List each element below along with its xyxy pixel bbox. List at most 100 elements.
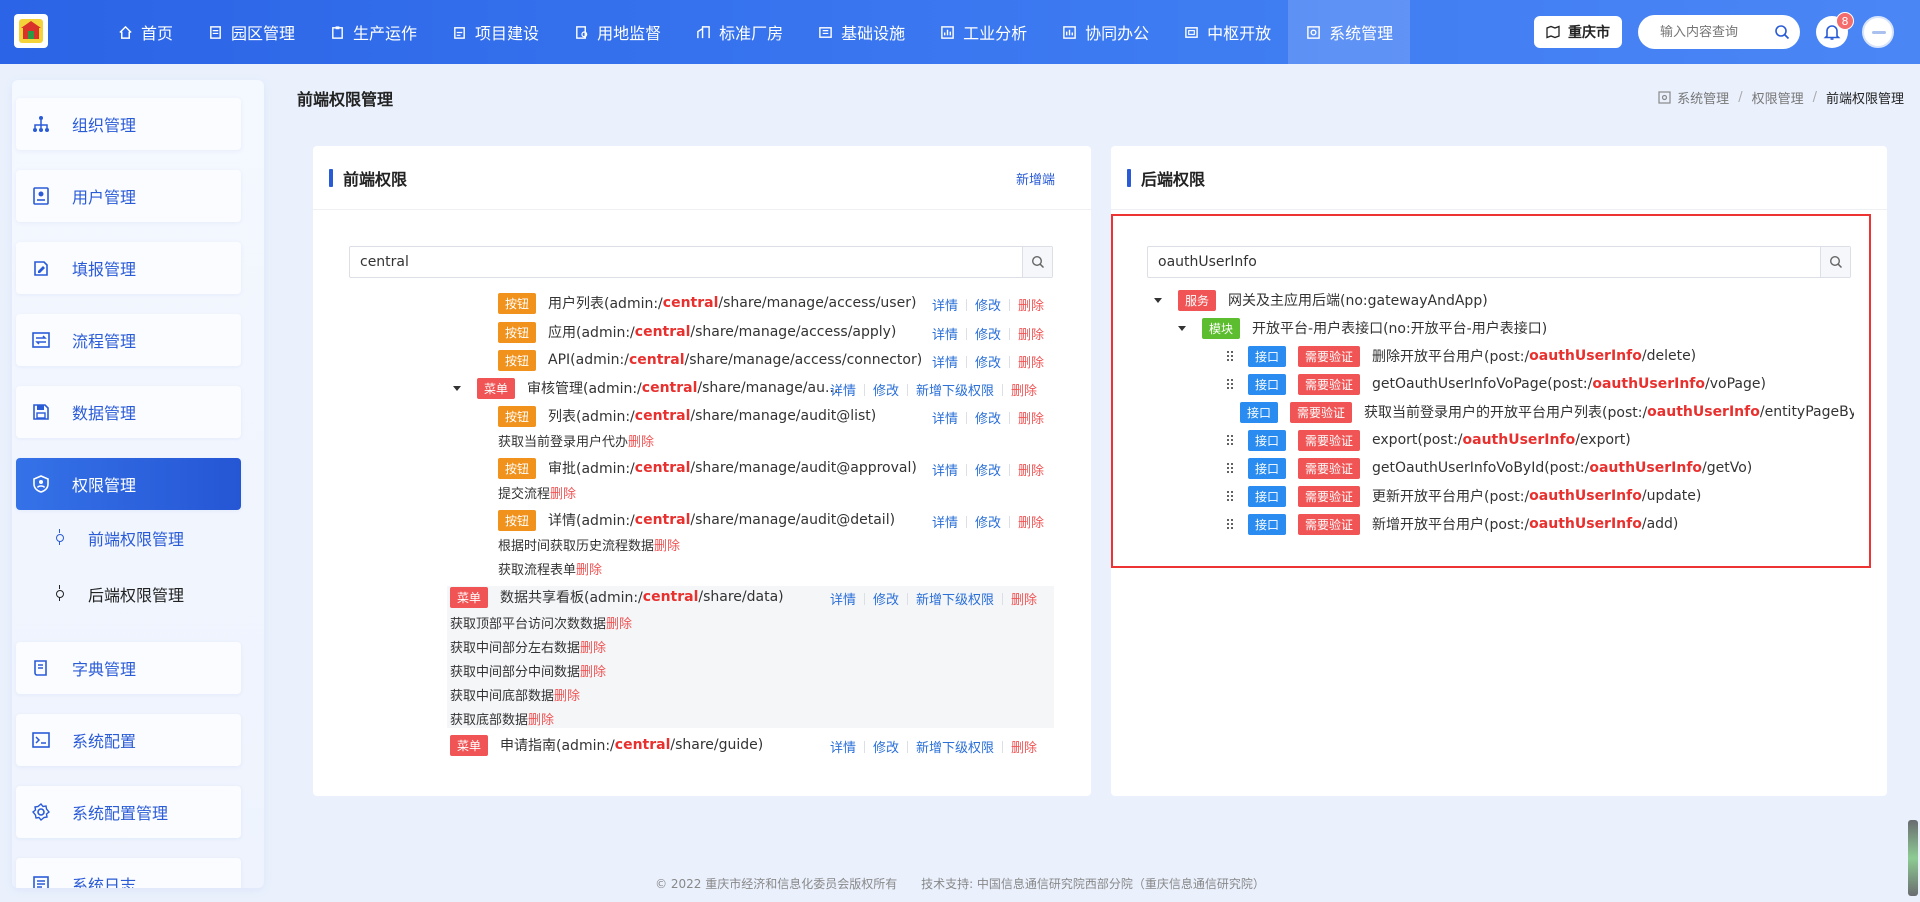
detail-link[interactable]: 详情: [830, 737, 856, 756]
detail-link[interactable]: 详情: [932, 295, 958, 314]
detail-link[interactable]: 详情: [932, 460, 958, 479]
sidebar-label: 用户管理: [72, 188, 137, 207]
delete-link[interactable]: 删除: [1018, 512, 1044, 531]
delete-link[interactable]: 删除: [628, 435, 654, 450]
search-icon[interactable]: [1774, 24, 1790, 40]
sidebar-item-report[interactable]: 填报管理: [16, 242, 241, 294]
nav-office[interactable]: 协同办公: [1044, 0, 1166, 64]
add-child-link[interactable]: 新增下级权限: [916, 380, 994, 399]
delete-link[interactable]: 删除: [1011, 380, 1037, 399]
add-endpoint-button[interactable]: 新增端: [1016, 169, 1055, 188]
detail-link[interactable]: 详情: [932, 512, 958, 531]
highlight-text: oauthUserInfo: [1647, 404, 1760, 420]
drag-handle-icon[interactable]: [1226, 462, 1234, 474]
app-logo[interactable]: [14, 14, 48, 48]
window-icon: [1183, 24, 1199, 40]
edit-link[interactable]: 修改: [975, 324, 1001, 343]
edit-link[interactable]: 修改: [873, 380, 899, 399]
drag-handle-icon[interactable]: [1226, 518, 1234, 530]
add-child-link[interactable]: 新增下级权限: [916, 589, 994, 608]
drag-handle-icon[interactable]: [1226, 434, 1234, 446]
delete-link[interactable]: 删除: [580, 641, 606, 656]
frontend-search-input[interactable]: [350, 247, 1022, 277]
sidebar-label: 填报管理: [72, 260, 137, 279]
global-search-input[interactable]: [1660, 24, 1770, 40]
sidebar-item-dict[interactable]: 字典管理: [16, 642, 241, 694]
nav-production[interactable]: 生产运作: [312, 0, 434, 64]
sidebar-item-org[interactable]: 组织管理: [16, 98, 241, 150]
delete-link[interactable]: 删除: [576, 563, 602, 578]
delete-link[interactable]: 删除: [1018, 324, 1044, 343]
add-child-link[interactable]: 新增下级权限: [916, 737, 994, 756]
delete-link[interactable]: 删除: [1018, 408, 1044, 427]
sidebar-item-user[interactable]: 用户管理: [16, 170, 241, 222]
delete-link[interactable]: 删除: [1018, 352, 1044, 371]
delete-link[interactable]: 删除: [550, 487, 576, 502]
delete-link[interactable]: 删除: [1011, 737, 1037, 756]
expand-caret-icon[interactable]: [1178, 325, 1186, 331]
button-tag: 按钮: [498, 457, 537, 479]
breadcrumb-item[interactable]: 系统管理: [1677, 88, 1729, 107]
delete-link[interactable]: 删除: [528, 713, 554, 728]
backend-search-input[interactable]: [1148, 247, 1820, 277]
nav-home[interactable]: 首页: [100, 0, 190, 64]
nav-infra[interactable]: 基础设施: [800, 0, 922, 64]
edit-link[interactable]: 修改: [975, 408, 1001, 427]
frontend-search-button[interactable]: [1022, 247, 1052, 277]
nav-hub[interactable]: 中枢开放: [1166, 0, 1288, 64]
breadcrumb-current: 前端权限管理: [1825, 92, 1904, 107]
delete-link[interactable]: 删除: [606, 617, 632, 632]
gear-box-icon: [1658, 91, 1671, 104]
nav-factory[interactable]: 标准厂房: [678, 0, 800, 64]
edit-link[interactable]: 修改: [975, 295, 1001, 314]
user-avatar[interactable]: [1862, 16, 1894, 48]
breadcrumb-item[interactable]: 权限管理: [1752, 88, 1804, 107]
delete-link[interactable]: 删除: [580, 665, 606, 680]
edit-link[interactable]: 修改: [975, 460, 1001, 479]
page-scrollbar[interactable]: [1908, 820, 1918, 896]
detail-link[interactable]: 详情: [932, 324, 958, 343]
node-dot-icon: [56, 529, 64, 545]
backend-search-button[interactable]: [1820, 247, 1850, 277]
sidebar-subitem-frontend-permission[interactable]: 前端权限管理: [16, 518, 241, 558]
delete-link[interactable]: 删除: [654, 539, 680, 554]
edit-link[interactable]: 修改: [975, 512, 1001, 531]
sidebar-item-flow[interactable]: 流程管理: [16, 314, 241, 366]
search-icon: [1031, 255, 1044, 269]
nav-label: 标准厂房: [719, 24, 784, 43]
nav-project[interactable]: 项目建设: [434, 0, 556, 64]
logo-icon: [19, 19, 43, 43]
nav-system[interactable]: 系统管理: [1288, 0, 1411, 64]
expand-caret-icon[interactable]: [1154, 297, 1162, 303]
nav-land[interactable]: 用地监督: [556, 0, 678, 64]
edit-link[interactable]: 修改: [873, 589, 899, 608]
sidebar-subitem-backend-permission[interactable]: 后端权限管理: [16, 574, 241, 614]
detail-link[interactable]: 详情: [830, 380, 856, 399]
delete-link[interactable]: 删除: [1018, 460, 1044, 479]
delete-link[interactable]: 删除: [554, 689, 580, 704]
row-text: /share/manage/au...: [697, 380, 839, 396]
drag-handle-icon[interactable]: [1226, 350, 1234, 362]
row-text: 审批(admin:/: [548, 461, 635, 477]
nav-analysis[interactable]: 工业分析: [922, 0, 1044, 64]
map-icon: [1546, 25, 1560, 39]
shield-user-icon: [30, 473, 52, 495]
detail-link[interactable]: 详情: [830, 589, 856, 608]
expand-caret-icon[interactable]: [453, 385, 461, 391]
delete-link[interactable]: 删除: [1011, 589, 1037, 608]
sidebar-item-sysconfig-manage[interactable]: 系统配置管理: [16, 786, 241, 838]
drag-handle-icon[interactable]: [1226, 378, 1234, 390]
edit-link[interactable]: 修改: [975, 352, 1001, 371]
sidebar-item-data[interactable]: 数据管理: [16, 386, 241, 438]
detail-link[interactable]: 详情: [932, 352, 958, 371]
auth-required-tag: 需要验证: [1298, 513, 1361, 535]
city-selector[interactable]: 重庆市: [1534, 16, 1622, 48]
sidebar-item-sysconfig[interactable]: 系统配置: [16, 714, 241, 766]
edit-link[interactable]: 修改: [873, 737, 899, 756]
sidebar-item-permission[interactable]: 权限管理: [16, 458, 241, 510]
detail-link[interactable]: 详情: [932, 408, 958, 427]
nav-park[interactable]: 园区管理: [190, 0, 312, 64]
row-actions: 详情 修改 删除: [932, 512, 1044, 531]
delete-link[interactable]: 删除: [1018, 295, 1044, 314]
drag-handle-icon[interactable]: [1226, 490, 1234, 502]
